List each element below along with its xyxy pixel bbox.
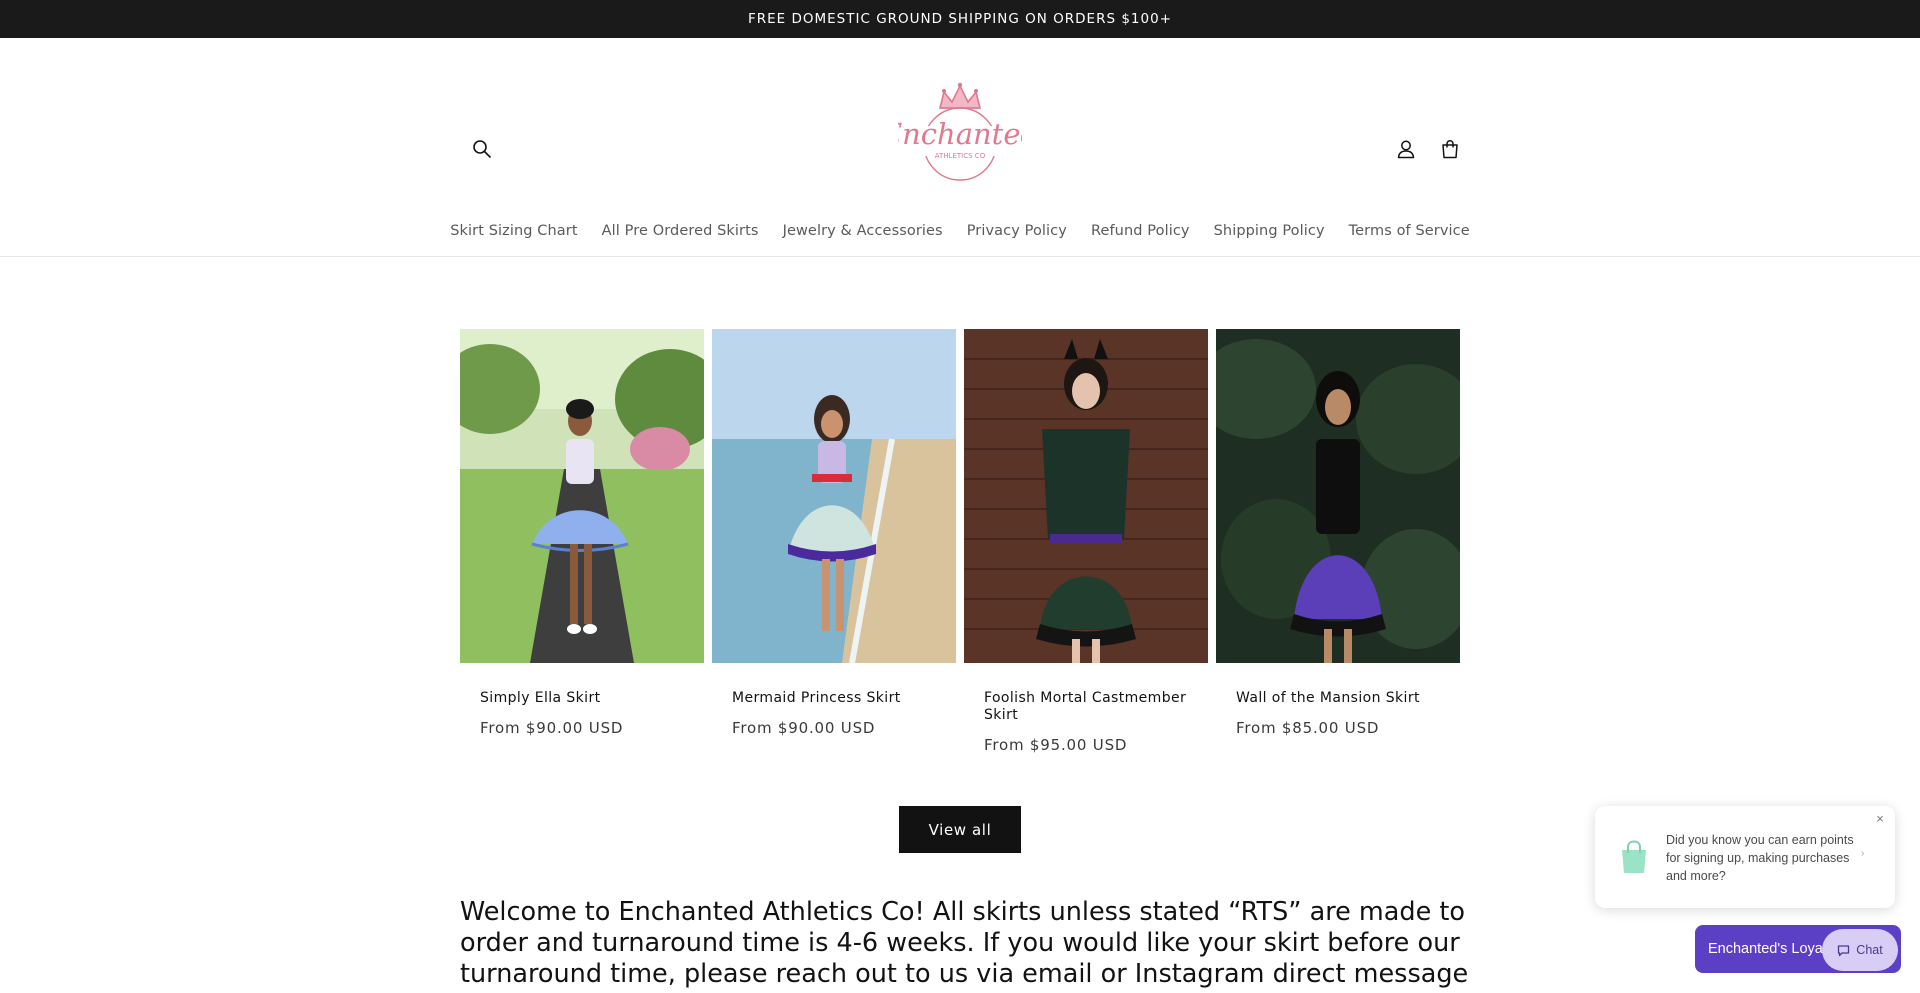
product-title[interactable]: Wall of the Mansion Skirt — [1236, 690, 1440, 707]
loyalty-popup[interactable]: × Did you know you can earn points for s… — [1595, 806, 1895, 908]
nav-item-terms-of-service[interactable]: Terms of Service — [1337, 224, 1482, 239]
nav-item-refund-policy[interactable]: Refund Policy — [1079, 224, 1202, 239]
chevron-right-icon[interactable]: › — [1861, 848, 1873, 860]
nav-item-shipping-policy[interactable]: Shipping Policy — [1202, 224, 1337, 239]
welcome-text: Welcome to Enchanted Athletics Co! All s… — [460, 897, 1469, 993]
product-card[interactable]: Wall of the Mansion Skirt From $85.00 US… — [1216, 329, 1460, 754]
account-button[interactable] — [1386, 129, 1426, 169]
nav-item-skirt-sizing-chart[interactable]: Skirt Sizing Chart — [438, 224, 589, 239]
product-card[interactable]: Simply Ella Skirt From $90.00 USD — [460, 329, 704, 754]
product-title[interactable]: Simply Ella Skirt — [480, 690, 684, 707]
product-image[interactable] — [964, 329, 1208, 663]
site-header: Enchanted ATHLETICS CO Skirt Sizing Char… — [0, 38, 1920, 257]
product-card[interactable]: Foolish Mortal Castmember Skirt From $95… — [964, 329, 1208, 754]
chat-button[interactable]: Chat — [1822, 929, 1898, 971]
loyalty-popup-message: Did you know you can earn points for sig… — [1666, 833, 1854, 883]
logo-text-main: Enchanted — [898, 117, 1022, 151]
product-price: From $95.00 USD — [984, 736, 1128, 754]
product-image[interactable] — [1216, 329, 1460, 663]
chat-label: Chat — [1856, 943, 1883, 957]
cart-button[interactable] — [1430, 129, 1470, 169]
close-icon[interactable]: × — [1871, 810, 1889, 828]
view-all-button[interactable]: View all — [899, 806, 1021, 853]
cart-icon — [1442, 140, 1458, 159]
product-image[interactable] — [712, 329, 956, 663]
product-grid: Simply Ella Skirt From $90.00 USD Mermai… — [460, 329, 1460, 754]
account-icon — [1397, 140, 1415, 159]
announcement-bar: FREE DOMESTIC GROUND SHIPPING ON ORDERS … — [0, 0, 1920, 38]
product-image[interactable] — [460, 329, 704, 663]
product-title[interactable]: Foolish Mortal Castmember Skirt — [984, 690, 1188, 724]
nav-item-all-pre-ordered-skirts[interactable]: All Pre Ordered Skirts — [590, 224, 771, 239]
nav-item-privacy-policy[interactable]: Privacy Policy — [955, 224, 1079, 239]
brand-logo[interactable]: Enchanted ATHLETICS CO — [880, 78, 1039, 184]
product-card[interactable]: Mermaid Princess Skirt From $90.00 USD — [712, 329, 956, 754]
product-price: From $90.00 USD — [732, 719, 876, 737]
product-title[interactable]: Mermaid Princess Skirt — [732, 690, 936, 707]
search-icon — [473, 140, 491, 158]
loyalty-button-label: Enchanted's Loyalty — [1708, 941, 1838, 957]
product-price: From $85.00 USD — [1236, 719, 1380, 737]
product-price: From $90.00 USD — [480, 719, 624, 737]
main-nav: Skirt Sizing Chart All Pre Ordered Skirt… — [0, 224, 1920, 239]
nav-item-jewelry-accessories[interactable]: Jewelry & Accessories — [771, 224, 955, 239]
announcement-text: FREE DOMESTIC GROUND SHIPPING ON ORDERS … — [747, 11, 1172, 27]
chat-icon — [1838, 944, 1850, 956]
logo-text-sub: ATHLETICS CO — [935, 152, 986, 160]
shopping-bag-icon — [1622, 840, 1646, 873]
search-button[interactable] — [462, 129, 502, 169]
